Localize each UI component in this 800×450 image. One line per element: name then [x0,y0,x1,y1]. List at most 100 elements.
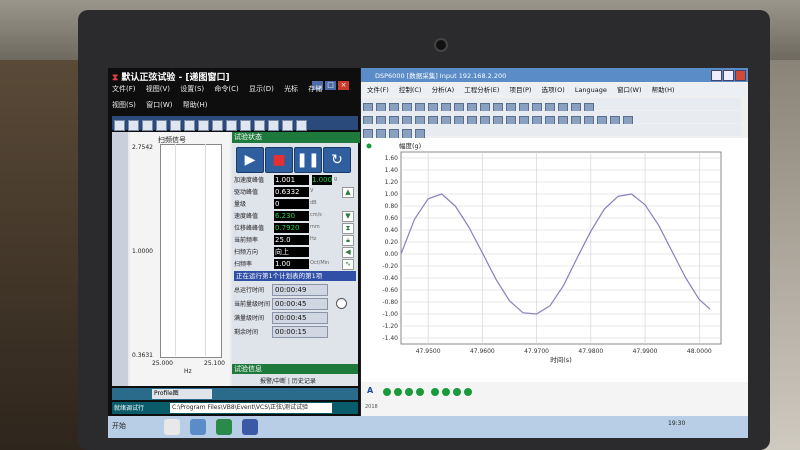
y-tick-label: 1.60 [385,155,399,162]
channel-marker[interactable]: A [367,386,377,396]
menu-analysis[interactable]: 分析(A) [432,86,455,94]
webcam-icon [434,38,448,52]
undo-icon[interactable] [128,120,139,131]
sweep-y-mid: 1.0000 [132,248,153,255]
sweep-rate-icon[interactable]: ∿ [342,259,354,270]
analysis-app-icon[interactable] [242,419,258,435]
menu-file[interactable]: 文件(F) [367,86,389,94]
status-row: 速度峰值 6.230 cm/s ▼ [234,211,358,222]
channel-indicator [442,388,450,396]
channel-indicator [431,388,439,396]
camera-icon[interactable] [142,120,153,131]
restart-icon: ↻ [331,152,343,168]
refresh-icon[interactable] [282,120,293,131]
row-value: 0 [274,199,309,209]
control-app-icon[interactable] [216,419,232,435]
menu-view[interactable]: 视图(V) [146,85,170,93]
timer-label: 满量级时间 [234,315,265,322]
zoom-icon[interactable] [254,120,265,131]
lock-icon[interactable]: 🔒︎ [342,235,354,246]
open-icon[interactable] [156,120,167,131]
timer-row: 总运行时间 00:00:49 [234,284,358,296]
sweep-direction-icon[interactable]: ◀ [342,247,354,258]
toolbar [112,116,358,131]
control-app-title: ⧗ 默认正弦试验 - [递图窗口] [112,70,312,84]
menu-view2[interactable]: 视图(S) [112,101,136,109]
sweep-x-unit: Hz [184,368,192,375]
browser-icon[interactable] [190,419,206,435]
left-sidebar [112,132,128,386]
status-row: 驱动峰值 0.6332 V ▲ [234,187,358,198]
menu-settings[interactable]: 设置(S) [180,85,204,93]
row-value: 1.001 [274,175,309,185]
edit-icon[interactable] [184,120,195,131]
print-icon[interactable] [240,120,251,131]
menu-help[interactable]: 帮助(H) [183,101,208,109]
menu-storage[interactable]: 存储 [308,85,322,93]
explorer-icon[interactable] [164,419,180,435]
row-value: 1.00 [274,259,309,269]
schedule-status: 正在运行第1个计划表的第1项 [234,271,356,281]
profile-tab[interactable]: Profile图 [152,389,212,399]
status-path: C:\Program Files\VB8\Event\VCS\正弦\测试试验 [170,403,332,413]
screen: ⧗ 默认正弦试验 - [递图窗口] _ □ × 文件(F) 视图(V) 设置(S) 命… [108,68,748,438]
row-label: 扫频方向 [234,249,259,256]
stop-button[interactable]: ■ [265,147,293,173]
close-icon[interactable] [735,70,746,81]
window-buttons: _ □ × [312,72,351,90]
row-label: 速度峰值 [234,213,259,220]
maximize-icon[interactable] [723,70,734,81]
row-value: 0.6332 [274,187,309,197]
test-info-panel: 试验信息 报警/中断 | 历史记录 [232,364,358,386]
menu-options[interactable]: 选项(O) [542,86,565,94]
chart-icon[interactable] [198,120,209,131]
hold-icon[interactable]: ⧗ [342,223,354,234]
menu-window[interactable]: 窗口(W) [146,101,172,109]
menu-file[interactable]: 文件(F) [112,85,136,93]
channel-indicator [453,388,461,396]
table-icon[interactable] [170,120,181,131]
menu-window[interactable]: 窗口(W) [617,86,642,94]
start-button[interactable]: 开始 [112,421,126,431]
save-icon[interactable] [114,120,125,131]
menu-help[interactable]: 帮助(H) [652,86,675,94]
menu-language[interactable]: Language [575,86,607,94]
menu-cursor[interactable]: 光标 [284,85,298,93]
sweep-y-bottom: 0.3631 [132,352,153,359]
stop-icon: ■ [272,152,286,168]
level-down-icon[interactable]: ▼ [342,211,354,222]
menu-engineering[interactable]: 工程分析(E) [464,86,499,94]
menu-command[interactable]: 命令(C) [214,85,238,93]
timer-label: 总运行时间 [234,287,265,294]
restart-button[interactable]: ↻ [323,147,351,173]
play-button[interactable]: ▶ [236,147,264,173]
clock-icon[interactable] [336,298,347,309]
minimize-icon[interactable] [711,70,722,81]
menu-display[interactable]: 显示(D) [249,85,274,93]
play-icon: ▶ [244,152,256,168]
status-text: 就绪调试行 [114,405,145,412]
taskbar: 开始 19:30 [108,416,748,438]
row-value: 0.7920 [274,223,309,233]
row-unit: mm [310,224,320,230]
level-up-icon[interactable]: ▲ [342,187,354,198]
info-tabs[interactable]: 报警/中断 | 历史记录 [260,376,316,385]
y-tick-label: 0.80 [385,203,399,210]
y-tick-label: 0.20 [385,239,399,246]
tool-icon[interactable] [212,120,223,131]
x-tick-label: 47.9900 [633,348,658,355]
row-value: 25.0 [274,235,309,245]
settings-icon[interactable] [296,120,307,131]
analysis-toolbar-3 [361,124,741,139]
menu-project[interactable]: 项目(P) [509,86,531,94]
menu-control[interactable]: 控制(C) [399,86,422,94]
grid-icon[interactable] [268,120,279,131]
test-status-panel: 试验状态 ▶ ■ ❚❚ ↻ 加速度峰值 1.001 1.000 g 驱动峰值 0… [232,132,360,386]
pause-button[interactable]: ❚❚ [294,147,322,173]
config-icon[interactable] [226,120,237,131]
y-tick-label: -1.20 [382,323,398,330]
row-unit: Oct/Min [310,260,330,266]
y-tick-label: -0.20 [382,263,398,270]
sweep-x-left: 25.000 [152,360,173,367]
timer-label: 当前量级时间 [234,301,271,308]
